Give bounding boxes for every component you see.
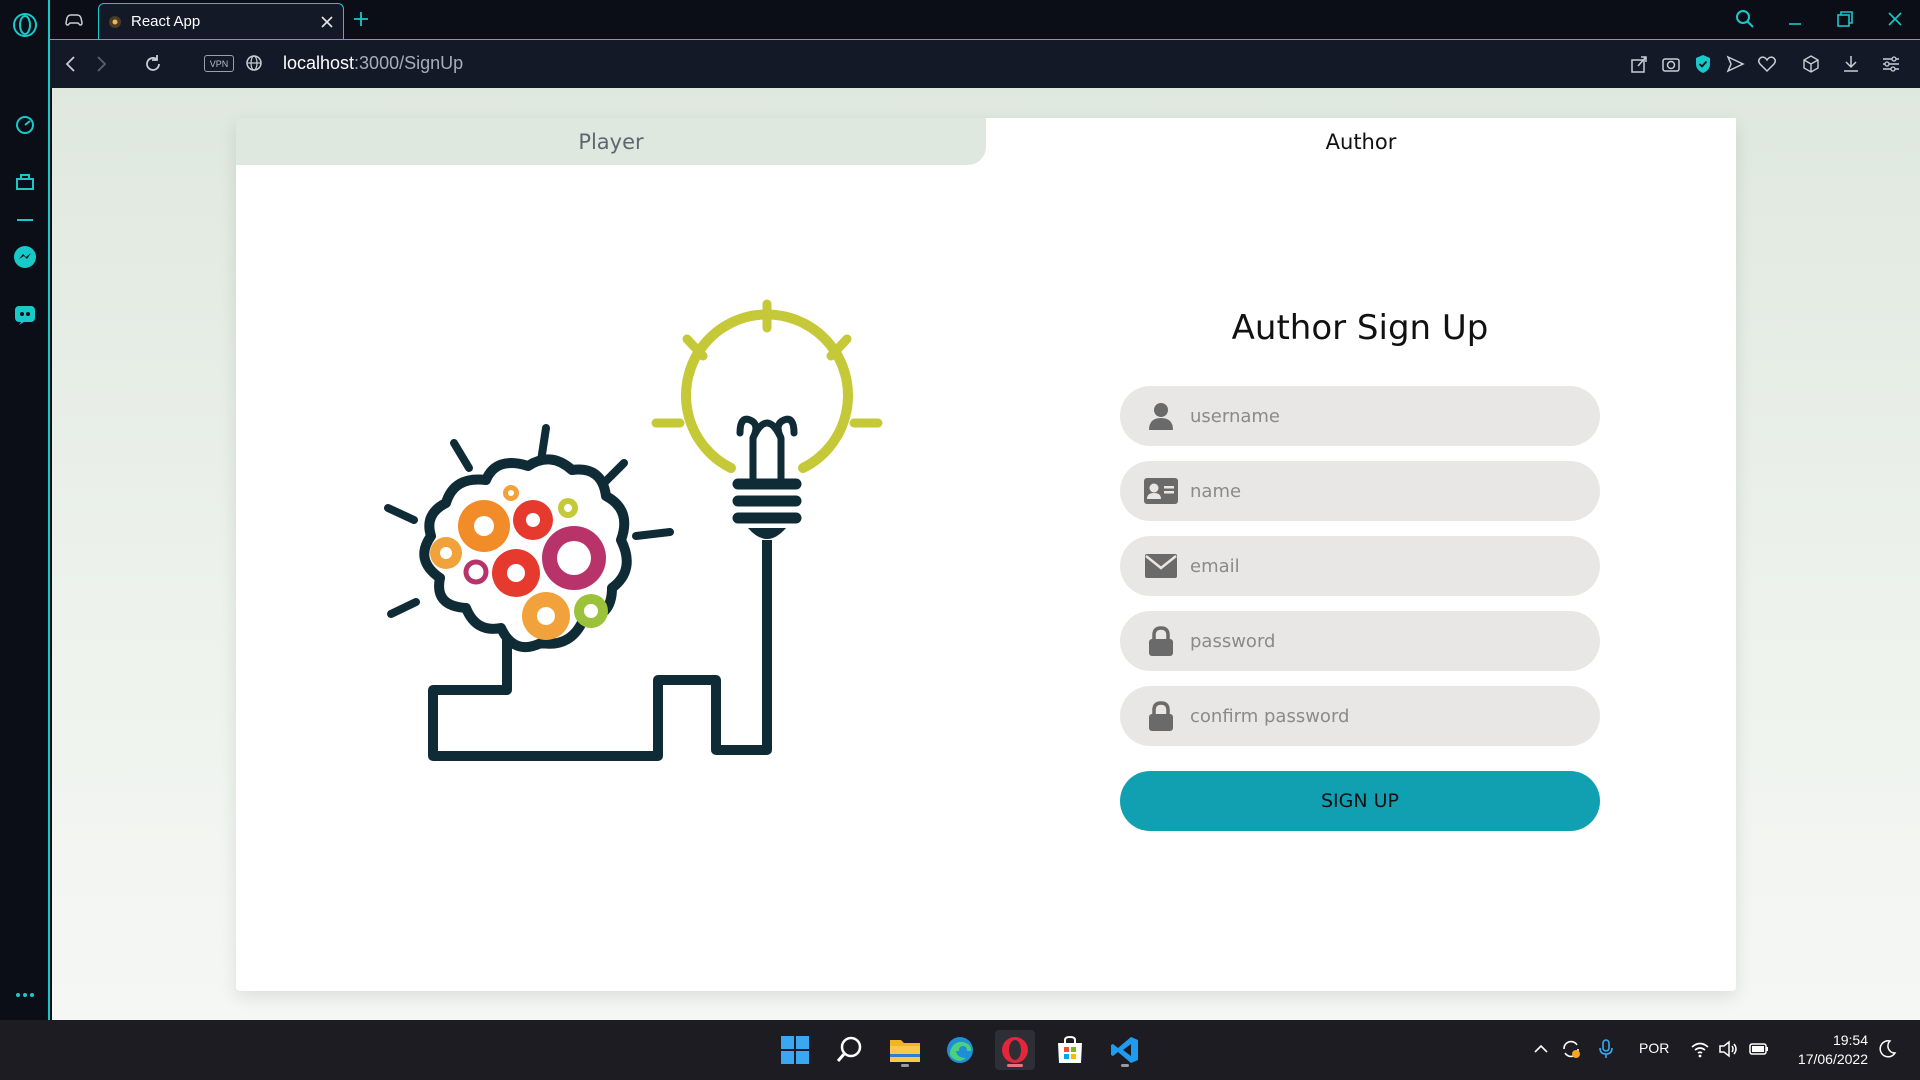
battery-icon[interactable] (1748, 1038, 1770, 1060)
volume-icon[interactable] (1717, 1038, 1739, 1060)
id-card-icon (1144, 476, 1178, 506)
share-icon[interactable] (1628, 53, 1650, 75)
system-clock[interactable]: 19:54 17/06/2022 (1788, 1031, 1868, 1069)
send-icon[interactable] (1724, 53, 1746, 75)
address-bar: VPN localhost:3000/SignUp (50, 39, 1920, 88)
lock-icon (1144, 701, 1178, 731)
windows-taskbar: POR 19:54 17/06/2022 (0, 1020, 1920, 1080)
speed-dial-icon[interactable] (12, 112, 38, 138)
extensions-cube-icon[interactable] (1800, 53, 1822, 75)
windows-start-icon[interactable] (775, 1030, 815, 1070)
close-tab-icon[interactable] (319, 14, 335, 30)
email-input[interactable] (1190, 555, 1570, 577)
name-field[interactable] (1120, 461, 1600, 521)
new-tab-icon[interactable] (350, 8, 372, 30)
messenger-icon[interactable] (12, 244, 38, 270)
opera-icon[interactable] (995, 1030, 1035, 1070)
form-title: Author Sign Up (1231, 308, 1489, 348)
download-icon[interactable] (1840, 53, 1862, 75)
language-indicator[interactable]: POR (1639, 1040, 1669, 1056)
sign-up-button[interactable]: SIGN UP (1120, 771, 1600, 831)
signup-card: Player Author Author Sign Up username na… (236, 118, 1736, 991)
name-input[interactable] (1190, 480, 1570, 502)
snapshot-icon[interactable] (1660, 53, 1682, 75)
forward-icon[interactable] (90, 53, 112, 75)
restore-icon[interactable] (1834, 8, 1856, 30)
running-indicator (1121, 1064, 1129, 1067)
clock-time: 19:54 (1832, 1032, 1868, 1048)
confirm-password-input[interactable] (1190, 705, 1570, 727)
signup-form: Author Sign Up username name email SIGN … (1120, 308, 1600, 831)
url-path: :3000/SignUp (354, 53, 464, 73)
lock-icon (1144, 626, 1178, 656)
tab-player[interactable]: Player (236, 118, 986, 165)
discord-icon[interactable] (12, 302, 38, 328)
running-indicator (901, 1064, 909, 1067)
url-host: localhost (283, 53, 355, 73)
browser-tab-bar: React App (50, 0, 1920, 39)
confirm-password-field[interactable] (1120, 686, 1600, 746)
easy-setup-icon[interactable] (1880, 53, 1902, 75)
ad-blocker-shield-icon[interactable] (1692, 53, 1714, 75)
envelope-icon (1144, 551, 1178, 581)
globe-icon[interactable] (244, 53, 264, 73)
clock-date: 17/06/2022 (1797, 1051, 1868, 1067)
vpn-badge[interactable]: VPN (204, 55, 234, 72)
chevron-up-icon[interactable] (1530, 1038, 1552, 1060)
role-tabs: Player Author (236, 118, 1736, 165)
wifi-icon[interactable] (1689, 1038, 1711, 1060)
browser-tab[interactable]: React App (98, 3, 344, 39)
browser-sidebar (0, 0, 50, 1020)
sync-icon[interactable] (1560, 1038, 1582, 1060)
microsoft-store-icon[interactable] (1050, 1030, 1090, 1070)
email-field[interactable] (1120, 536, 1600, 596)
shopping-bag-icon[interactable] (12, 168, 38, 194)
url-field[interactable]: localhost:3000/SignUp (283, 53, 463, 74)
vscode-icon[interactable] (1105, 1030, 1145, 1070)
file-explorer-icon[interactable] (885, 1030, 925, 1070)
brain-gears-lightbulb-icon (336, 288, 956, 878)
microphone-icon[interactable] (1595, 1038, 1617, 1060)
tab-title: React App (131, 13, 201, 30)
back-icon[interactable] (60, 53, 82, 75)
gamepad-icon[interactable] (64, 10, 84, 30)
search-icon[interactable] (830, 1030, 870, 1070)
password-input[interactable] (1190, 630, 1570, 652)
sidebar-divider (17, 219, 33, 221)
opera-logo-icon[interactable] (12, 12, 38, 38)
tab-author[interactable]: Author (986, 118, 1736, 165)
active-indicator (1007, 1064, 1023, 1067)
search-tabs-icon[interactable] (1734, 8, 1756, 30)
react-favicon-icon (107, 14, 123, 30)
username-input[interactable] (1190, 405, 1570, 427)
minimize-icon[interactable] (1784, 8, 1806, 30)
more-icon[interactable] (12, 982, 38, 1008)
focus-moon-icon[interactable] (1876, 1038, 1898, 1060)
user-icon (1144, 401, 1178, 431)
heart-icon[interactable] (1756, 53, 1778, 75)
page-viewport: Player Author Author Sign Up username na… (52, 88, 1920, 1020)
close-window-icon[interactable] (1884, 8, 1906, 30)
reload-icon[interactable] (142, 53, 164, 75)
password-field[interactable] (1120, 611, 1600, 671)
username-field[interactable] (1120, 386, 1600, 446)
edge-icon[interactable] (940, 1030, 980, 1070)
